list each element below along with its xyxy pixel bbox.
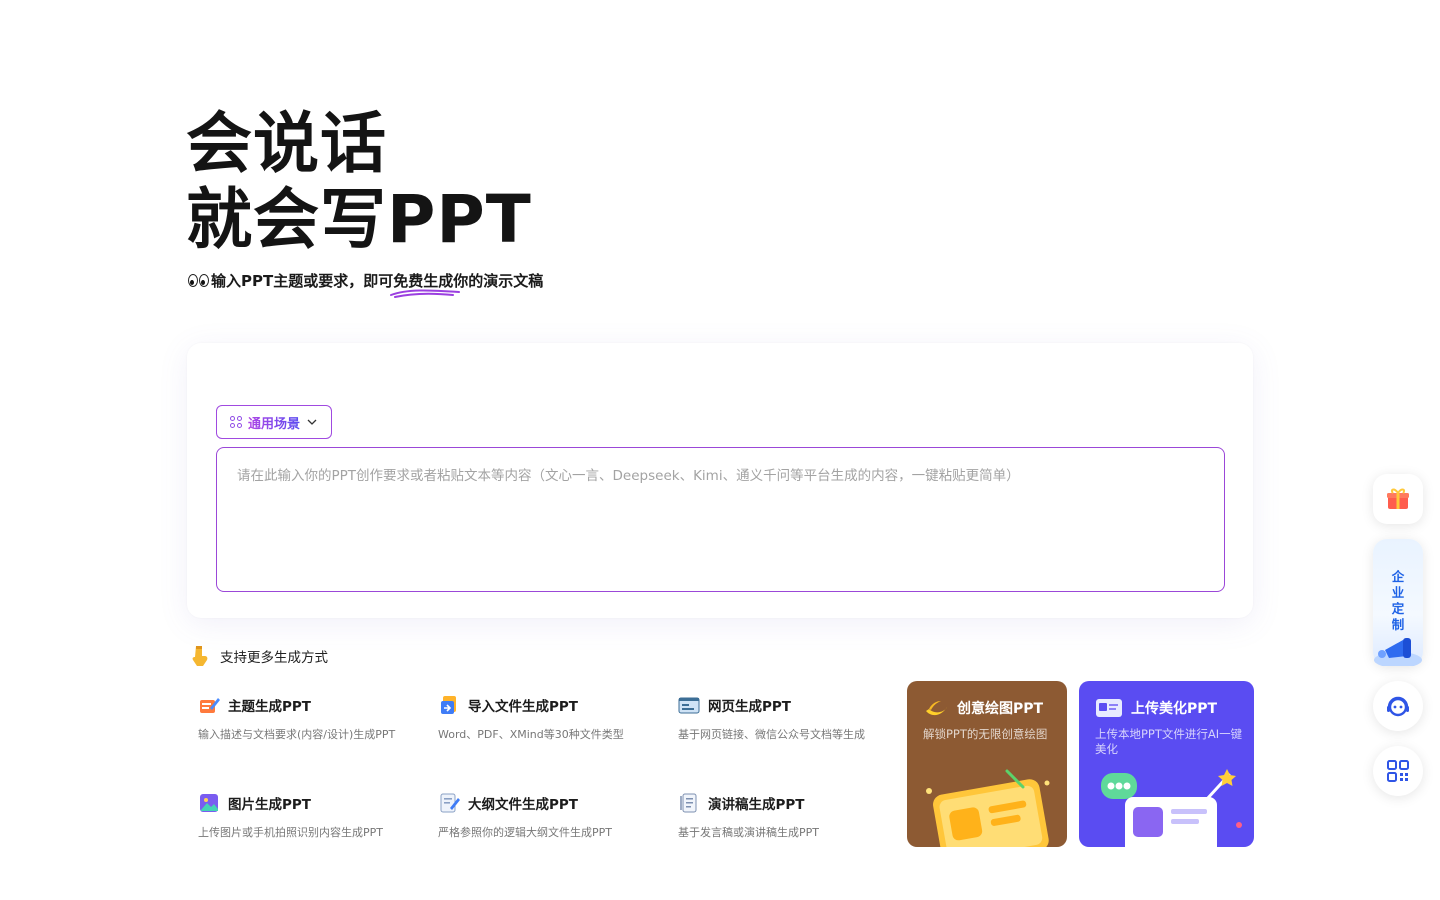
- qr-code-icon: [1387, 760, 1409, 782]
- mode-title: 图片生成PPT: [228, 797, 311, 813]
- enterprise-char: 定: [1391, 601, 1405, 616]
- scene-dropdown-label: 通用场景: [248, 413, 300, 432]
- webpage-icon: [678, 697, 700, 714]
- mode-import-file[interactable]: 导入文件生成PPT Word、PDF、XMind等30种文件类型: [438, 694, 648, 742]
- gift-button[interactable]: [1373, 474, 1423, 524]
- mode-title: 网页生成PPT: [708, 699, 791, 715]
- more-methods-title: 支持更多生成方式: [220, 650, 328, 666]
- enterprise-custom-button[interactable]: 企 业 定 制: [1373, 539, 1423, 666]
- mode-title: 主题生成PPT: [228, 699, 311, 715]
- hero-subtitle: 输入PPT主题或要求，即可 免费生成 你的演示文稿: [188, 270, 544, 298]
- mode-title: 演讲稿生成PPT: [708, 797, 805, 813]
- prompt-input[interactable]: [216, 447, 1225, 592]
- subtitle-highlight: 免费生成: [390, 270, 461, 298]
- theme-pencil-icon: [200, 698, 220, 713]
- customer-service-button[interactable]: [1373, 681, 1423, 731]
- pointing-down-hand-icon: [192, 646, 208, 666]
- mode-webpage[interactable]: 网页生成PPT 基于网页链接、微信公众号文档等生成: [678, 694, 888, 742]
- speech-doc-icon: [680, 793, 697, 813]
- banana-icon: [926, 701, 947, 716]
- mode-desc: 严格参照你的逻辑大纲文件生成PPT: [438, 826, 612, 839]
- feature-title: 上传美化PPT: [1131, 701, 1218, 717]
- mode-desc: 上传图片或手机拍照识别内容生成PPT: [198, 826, 383, 839]
- beautify-illustration-icon: [1101, 769, 1242, 847]
- ppt-upload-icon: [1096, 699, 1122, 717]
- enterprise-char: 业: [1391, 585, 1405, 600]
- feature-desc: 上传本地PPT文件进行AI一键美化: [1095, 727, 1243, 756]
- hero-title-line2: 就会写PPT: [186, 181, 532, 258]
- subtitle-prefix: 输入PPT主题或要求，即可: [211, 272, 394, 290]
- mode-desc: 基于网页链接、微信公众号文档等生成: [678, 728, 865, 741]
- file-import-icon: [441, 696, 456, 714]
- chevron-down-icon: [307, 419, 317, 425]
- more-methods-heading: 支持更多生成方式: [190, 644, 328, 668]
- mode-desc: Word、PDF、XMind等30种文件类型: [438, 728, 624, 741]
- qr-code-button[interactable]: [1373, 746, 1423, 796]
- underline-squiggle-icon: [390, 289, 461, 298]
- feature-upload-beautify[interactable]: 上传美化PPT 上传本地PPT文件进行AI一键美化: [1079, 681, 1254, 847]
- scene-dropdown[interactable]: 通用场景: [216, 405, 332, 439]
- mode-title: 大纲文件生成PPT: [468, 797, 578, 813]
- image-icon: [200, 794, 218, 812]
- hero-title: 会说话 就会写PPT: [186, 106, 532, 258]
- enterprise-char: 企: [1391, 569, 1405, 584]
- mode-title: 导入文件生成PPT: [468, 699, 578, 715]
- prompt-card: 通用场景: [187, 343, 1253, 618]
- outline-doc-icon: [440, 793, 460, 813]
- mode-outline[interactable]: 大纲文件生成PPT 严格参照你的逻辑大纲文件生成PPT: [438, 792, 648, 840]
- megaphone-icon: [1374, 638, 1422, 666]
- creative-illustration-icon: [926, 769, 1050, 847]
- eyes-icon: [188, 274, 209, 287]
- mode-desc: 输入描述与文档要求(内容/设计)生成PPT: [198, 728, 396, 741]
- feature-title: 创意绘图PPT: [957, 701, 1044, 717]
- gift-icon: [1387, 488, 1409, 509]
- mode-speech[interactable]: 演讲稿生成PPT 基于发言稿或演讲稿生成PPT: [678, 792, 888, 840]
- mode-desc: 基于发言稿或演讲稿生成PPT: [678, 826, 819, 839]
- subtitle-suffix: 你的演示文稿: [453, 272, 544, 290]
- headset-icon: [1387, 696, 1409, 717]
- hero-title-line1: 会说话: [186, 105, 387, 182]
- feature-desc: 解锁PPT的无限创意绘图: [923, 727, 1048, 741]
- mode-image[interactable]: 图片生成PPT 上传图片或手机拍照识别内容生成PPT: [198, 792, 408, 840]
- mode-theme[interactable]: 主题生成PPT 输入描述与文档要求(内容/设计)生成PPT: [198, 694, 408, 742]
- feature-creative-drawing[interactable]: 创意绘图PPT 解锁PPT的无限创意绘图: [907, 681, 1067, 847]
- grid-icon: [229, 416, 242, 428]
